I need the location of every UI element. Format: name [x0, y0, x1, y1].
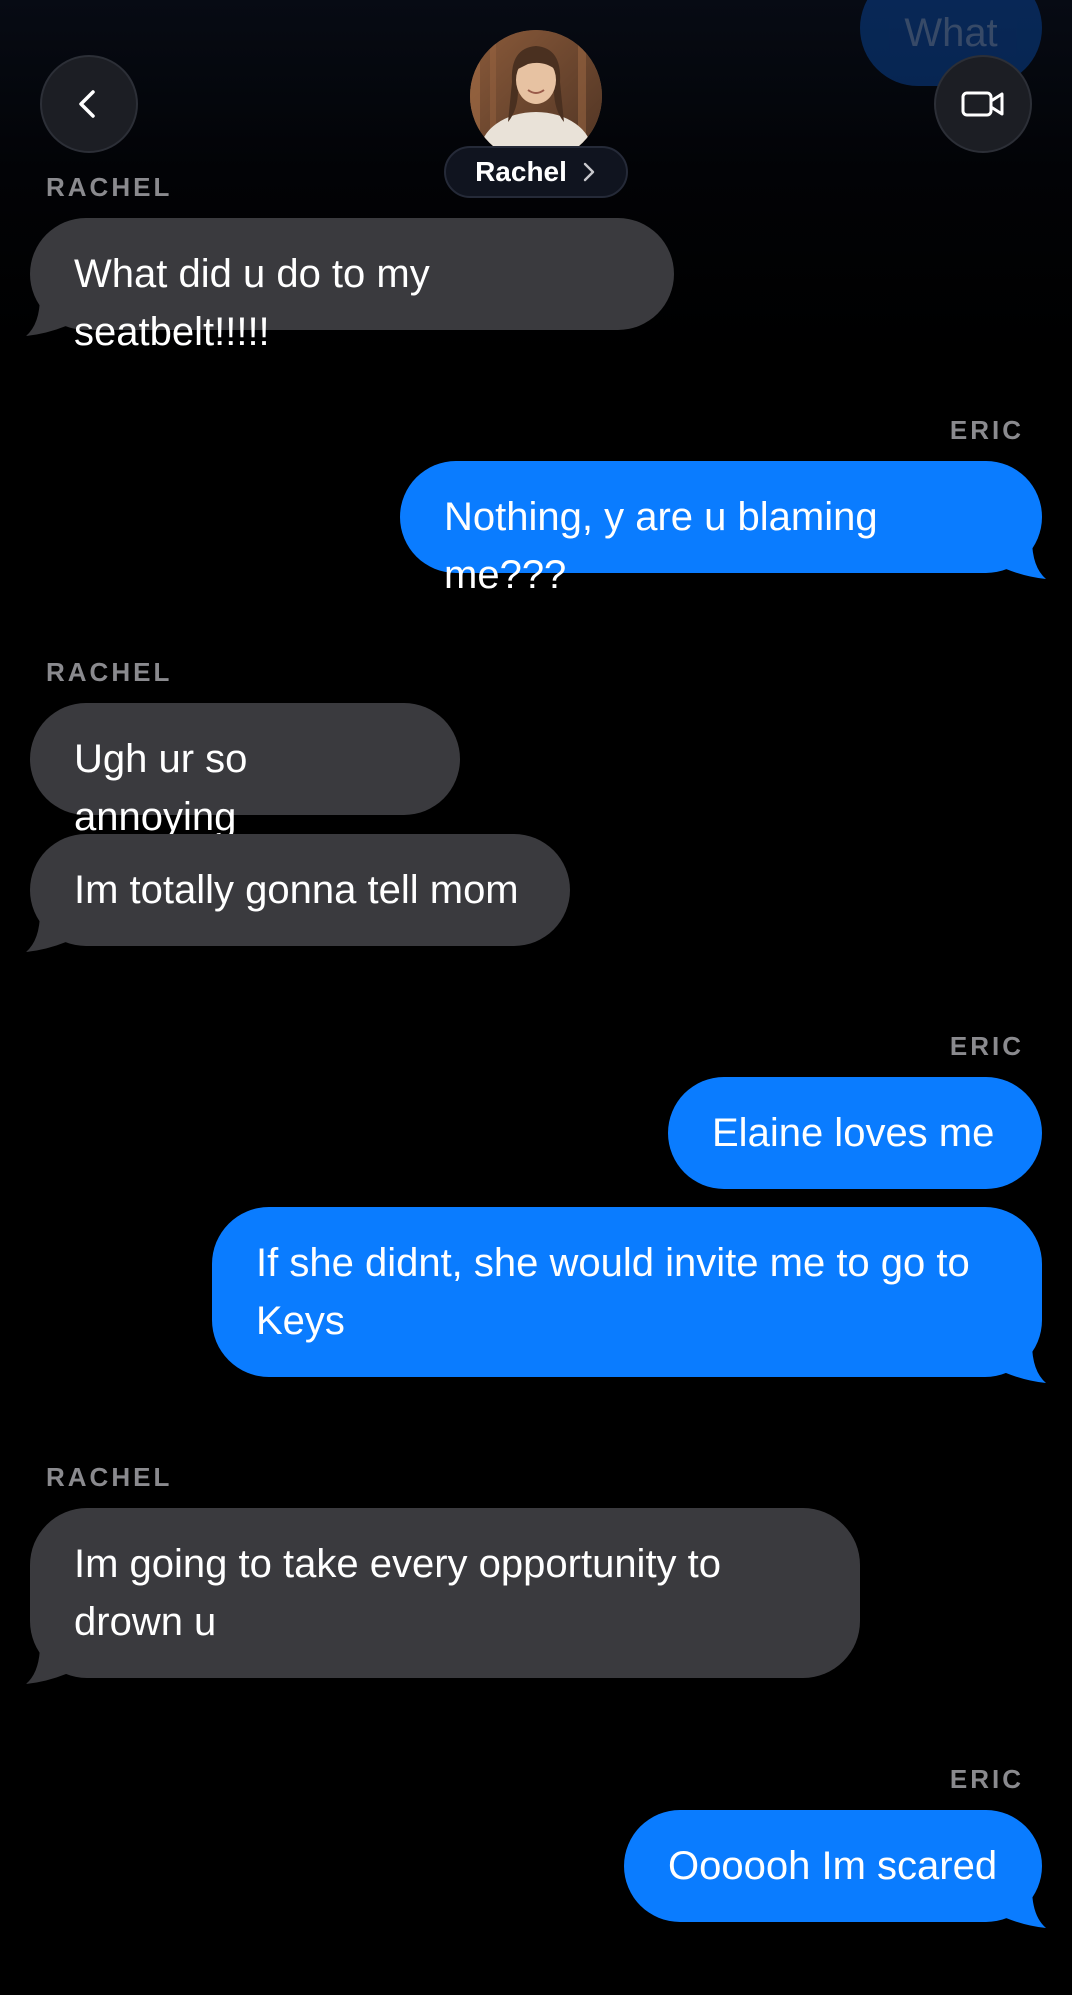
message-text: Nothing, y are u blaming me???	[444, 495, 878, 597]
contact-avatar[interactable]	[470, 30, 602, 162]
message-text: Elaine loves me	[712, 1111, 995, 1155]
incoming-message-bubble[interactable]: Im totally gonna tell mom	[26, 834, 570, 952]
incoming-message-bubble[interactable]: Im going to take every opportunity to dr…	[26, 1508, 860, 1684]
outgoing-message-bubble[interactable]: Oooooh Im scared	[624, 1810, 1046, 1928]
sender-label: ERIC	[949, 1031, 1024, 1061]
message-text: Im totally gonna tell mom	[74, 868, 519, 912]
incoming-message-bubble[interactable]: Ugh ur so annoying	[30, 703, 460, 839]
bubble-tail	[26, 296, 66, 336]
outgoing-message-bubble[interactable]: If she didnt, she would invite me to go …	[212, 1207, 1046, 1383]
message-text: What did u do to my seatbelt!!!!!	[74, 252, 430, 354]
chevron-left-icon	[79, 90, 95, 118]
message-text: If she didnt, she would invite me to go …	[256, 1241, 970, 1343]
sender-label: RACHEL	[46, 1462, 173, 1492]
sender-label: ERIC	[949, 415, 1024, 445]
message-text: Oooooh Im scared	[668, 1844, 998, 1888]
bubble-tail	[1006, 1888, 1046, 1928]
outgoing-message-bubble[interactable]: Nothing, y are u blaming me???	[400, 461, 1046, 597]
message-text: Im going to take every opportunity to dr…	[74, 1542, 722, 1644]
chat-screen: What Rachel RACHEL What did u do to my s…	[0, 0, 1072, 1995]
outgoing-message-bubble[interactable]: Elaine loves me	[668, 1077, 1042, 1189]
incoming-message-bubble[interactable]: What did u do to my seatbelt!!!!!	[26, 218, 674, 354]
avatar-image	[470, 30, 602, 162]
video-camera-icon	[961, 91, 1004, 117]
bubble-tail	[1006, 1343, 1046, 1383]
back-button[interactable]	[40, 55, 138, 153]
sender-label: RACHEL	[46, 657, 173, 687]
message-text: Ugh ur so annoying	[74, 737, 248, 839]
video-call-button[interactable]	[934, 55, 1032, 153]
previous-message-text: What	[904, 11, 998, 55]
contact-name: Rachel	[475, 156, 567, 187]
bubble-tail	[1006, 539, 1046, 579]
sender-label: RACHEL	[46, 172, 173, 202]
contact-name-button[interactable]: Rachel	[444, 146, 628, 198]
chevron-right-icon	[583, 162, 595, 182]
bubble-tail	[26, 1644, 66, 1684]
bubble-tail	[26, 912, 66, 952]
sender-label: ERIC	[949, 1764, 1024, 1794]
